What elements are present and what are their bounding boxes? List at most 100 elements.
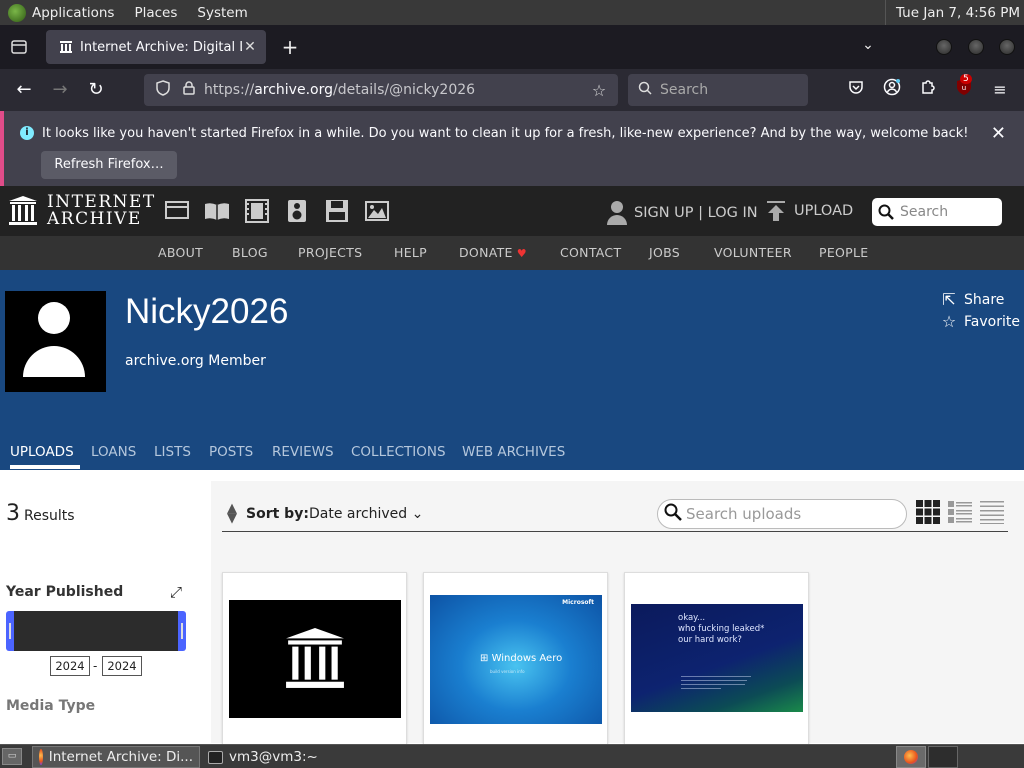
- system-menu[interactable]: System: [197, 5, 247, 21]
- browser-tab[interactable]: Internet Archive: Digital Libr ✕: [46, 30, 266, 64]
- tab-lists[interactable]: LISTS: [154, 444, 191, 460]
- pocket-icon[interactable]: [844, 78, 868, 102]
- share-label: Share: [964, 291, 1005, 308]
- ia-temple-icon: [286, 628, 344, 688]
- applications-menu[interactable]: Applications: [32, 5, 114, 21]
- extensions-puzzle-icon[interactable]: [916, 78, 940, 102]
- grid-view-icon[interactable]: [916, 500, 940, 524]
- menu-about[interactable]: ABOUT: [158, 245, 203, 260]
- taskbar-firefox-window[interactable]: Internet Archive: Di...: [32, 746, 200, 768]
- hamburger-menu-icon[interactable]: ≡: [988, 78, 1012, 102]
- result-card[interactable]: [222, 572, 407, 747]
- menu-projects[interactable]: PROJECTS: [298, 245, 362, 260]
- taskbar-terminal-window[interactable]: vm3@vm3:~: [202, 746, 324, 768]
- lock-icon[interactable]: [178, 81, 200, 99]
- search-icon: [664, 503, 682, 525]
- refresh-firefox-notification: i It looks like you haven't started Fire…: [0, 111, 1024, 186]
- tab-close-icon[interactable]: ✕: [242, 39, 258, 55]
- thumb-text-row: [681, 688, 721, 689]
- range-handle-left[interactable]: [9, 623, 11, 639]
- menu-people[interactable]: PEOPLE: [819, 245, 868, 260]
- tab-posts[interactable]: POSTS: [209, 444, 253, 460]
- show-desktop-icon[interactable]: ▭: [2, 748, 22, 765]
- reload-icon[interactable]: ↻: [84, 78, 108, 102]
- account-icon[interactable]: [880, 78, 904, 102]
- list-detail-view-icon[interactable]: [948, 500, 972, 524]
- tab-collections[interactable]: COLLECTIONS: [351, 444, 446, 460]
- forward-arrow-icon[interactable]: →: [48, 78, 72, 102]
- workspace-2[interactable]: [928, 746, 958, 768]
- close-notification-icon[interactable]: ✕: [991, 123, 1006, 144]
- list-compact-view-icon[interactable]: [980, 500, 1004, 524]
- result-card[interactable]: Microsoft ⊞ Windows Aero build version i…: [423, 572, 608, 747]
- media-type-heading: Media Type: [6, 698, 96, 714]
- software-icon[interactable]: [324, 199, 350, 223]
- search-uploads-placeholder: Search uploads: [686, 505, 802, 523]
- refresh-firefox-button[interactable]: Refresh Firefox…: [41, 151, 177, 179]
- menu-donate-label: DONATE: [459, 245, 513, 260]
- svg-text:u: u: [962, 84, 966, 92]
- firefox-view-icon[interactable]: [8, 36, 30, 58]
- texts-icon[interactable]: [204, 199, 230, 223]
- menu-donate[interactable]: DONATE ♥: [459, 245, 527, 260]
- taskbar-terminal-label: vm3@vm3:~: [229, 749, 318, 765]
- ia-search-input[interactable]: Search: [872, 198, 1002, 226]
- sign-up-log-in-link[interactable]: SIGN UP | LOG IN: [606, 200, 758, 226]
- url-bar[interactable]: https://archive.org/details/@nicky2026 ☆: [144, 74, 618, 106]
- sort-value: Date archived: [309, 506, 408, 522]
- menu-volunteer[interactable]: VOLUNTEER: [714, 245, 792, 260]
- info-icon: i: [20, 126, 34, 140]
- menu-blog[interactable]: BLOG: [232, 245, 268, 260]
- menu-help[interactable]: HELP: [394, 245, 427, 260]
- back-arrow-icon[interactable]: ←: [12, 78, 36, 102]
- expand-icon[interactable]: ⤢: [170, 583, 182, 601]
- bookmark-star-icon[interactable]: ☆: [588, 81, 610, 100]
- images-icon[interactable]: [364, 199, 390, 223]
- range-handle-right[interactable]: [181, 623, 183, 639]
- ia-search-placeholder: Search: [900, 204, 949, 220]
- year-published-heading: Year Published: [6, 584, 124, 600]
- video-icon[interactable]: [244, 199, 270, 223]
- ia-top-nav: INTERNET ARCHIVE SIGN UP | LOG IN UPLOAD…: [0, 186, 1024, 236]
- upload-label: UPLOAD: [794, 203, 854, 219]
- upload-link[interactable]: UPLOAD: [766, 200, 853, 222]
- menu-jobs[interactable]: JOBS: [649, 245, 680, 260]
- new-tab-button[interactable]: +: [278, 36, 302, 60]
- workspace-1[interactable]: [896, 746, 926, 768]
- close-window-button[interactable]: [999, 39, 1015, 55]
- member-role: archive.org Member: [125, 353, 266, 369]
- sort-dropdown[interactable]: Date archived ⌄: [309, 506, 423, 522]
- result-card[interactable]: okay... who fucking leaked* our hard wor…: [624, 572, 809, 747]
- thumb-text-line: who fucking leaked*: [678, 624, 765, 634]
- maximize-window-button[interactable]: [968, 39, 984, 55]
- share-button[interactable]: ⇱ Share: [940, 290, 1004, 309]
- favorite-button[interactable]: ☆ Favorite: [940, 312, 1020, 331]
- search-placeholder: Search: [660, 82, 709, 98]
- year-to-input[interactable]: 2024: [102, 656, 142, 676]
- tracking-shield-icon[interactable]: [152, 80, 174, 100]
- firefox-icon: [904, 750, 918, 764]
- menu-contact[interactable]: CONTACT: [560, 245, 621, 260]
- sign-up-label: SIGN UP | LOG IN: [634, 205, 758, 221]
- web-icon[interactable]: [164, 199, 190, 223]
- tab-loans[interactable]: LOANS: [91, 444, 136, 460]
- year-from-input[interactable]: 2024: [50, 656, 90, 676]
- notification-message: It looks like you haven't started Firefo…: [42, 126, 969, 141]
- places-menu[interactable]: Places: [134, 5, 177, 21]
- sort-direction-icon[interactable]: ▲ ▼: [227, 502, 237, 525]
- clock[interactable]: Tue Jan 7, 4:56 PM: [884, 0, 1024, 25]
- page-title: Nicky2026: [125, 292, 289, 331]
- audio-icon[interactable]: [284, 199, 310, 223]
- ia-logo[interactable]: INTERNET ARCHIVE: [9, 194, 156, 228]
- browser-search-bar[interactable]: Search: [628, 74, 808, 106]
- distro-logo-icon[interactable]: [8, 3, 26, 22]
- search-uploads-input[interactable]: Search uploads: [657, 499, 907, 529]
- tab-reviews[interactable]: REVIEWS: [272, 444, 334, 460]
- tab-web-archives[interactable]: WEB ARCHIVES: [462, 444, 565, 460]
- minimize-window-button[interactable]: [936, 39, 952, 55]
- chevron-down-icon[interactable]: ⌄: [858, 37, 878, 57]
- tab-uploads[interactable]: UPLOADS: [10, 444, 80, 469]
- year-range-slider[interactable]: [6, 611, 186, 651]
- profile-banner: Nicky2026 archive.org Member ⇱ Share ☆ Fav…: [0, 270, 1024, 470]
- thumb-subtitle: build version info: [490, 669, 525, 674]
